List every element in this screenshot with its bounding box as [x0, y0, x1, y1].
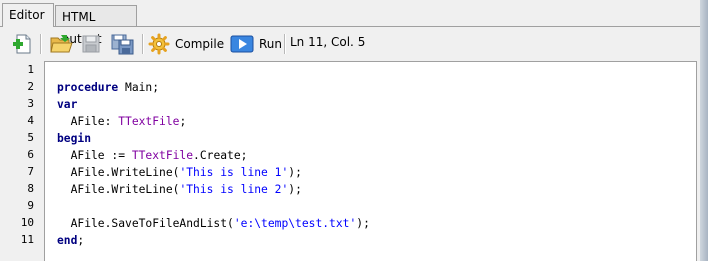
tab-divider: [0, 26, 700, 27]
string-token: 'This is line 1': [179, 166, 289, 179]
code-line: begin: [57, 130, 91, 147]
type-token: TTextFile: [131, 149, 194, 162]
save-button[interactable]: [80, 32, 102, 56]
toolbar-separator: [284, 34, 285, 54]
code-token: .Create;: [193, 149, 248, 162]
code-token: ;: [179, 115, 187, 128]
code-line: end;: [57, 232, 84, 249]
code-token: Main;: [118, 81, 160, 94]
code-line: AFile: TTextFile;: [57, 113, 187, 130]
toolbar-separator: [142, 34, 143, 54]
line-number: 9: [27, 199, 34, 212]
line-number: 2: [27, 80, 34, 93]
tab-strip: Editor HTML output: [0, 0, 708, 46]
new-file-icon: [11, 33, 33, 55]
new-button[interactable]: [11, 32, 33, 56]
compile-button[interactable]: Compile: [148, 32, 224, 56]
play-icon: [230, 34, 254, 54]
code-line: AFile.SaveToFileAndList('e:\temp\test.tx…: [57, 215, 370, 232]
code-token: );: [288, 183, 302, 196]
tab-editor[interactable]: Editor: [2, 3, 54, 27]
window-edge: [700, 0, 708, 261]
keyword-token: end: [57, 234, 78, 247]
string-token: 'e:\temp\test.txt': [233, 217, 357, 230]
code-token: );: [356, 217, 370, 230]
code-line: procedure Main;: [57, 79, 159, 96]
code-token: AFile.WriteLine(: [57, 183, 180, 196]
save-all-button[interactable]: [110, 32, 136, 56]
keyword-token: begin: [57, 132, 92, 145]
line-number: 5: [27, 131, 34, 144]
line-number-gutter: 1 2 3 4 5 6 7 8 9 10 11: [10, 61, 44, 261]
code-token: AFile.SaveToFileAndList(: [57, 217, 234, 230]
line-number: 6: [27, 148, 34, 161]
save-all-icon: [110, 33, 136, 55]
keyword-token: var: [57, 98, 78, 111]
run-button[interactable]: Run: [230, 32, 282, 56]
gear-icon: [148, 33, 170, 55]
line-number: 1: [27, 63, 34, 76]
line-number: 8: [27, 182, 34, 195]
open-button[interactable]: [49, 32, 73, 56]
string-token: 'This is line 2': [179, 183, 289, 196]
code-line: var: [57, 96, 77, 113]
code-token: AFile:: [57, 115, 119, 128]
run-label: Run: [259, 37, 283, 51]
toolbar: Compile Run Ln 11, Col. 5: [0, 28, 700, 60]
code-line: AFile.WriteLine('This is line 1');: [57, 164, 302, 181]
line-number: 3: [27, 97, 34, 110]
compile-label: Compile: [175, 37, 225, 51]
line-number: 10: [20, 216, 34, 229]
save-icon: [80, 33, 102, 55]
code-editor[interactable]: procedure Main; var AFile: TTextFile; begi…: [44, 61, 697, 261]
open-folder-icon: [49, 33, 73, 55]
code-line: AFile.WriteLine('This is line 2');: [57, 181, 302, 198]
tab-html-output[interactable]: HTML output: [55, 5, 137, 46]
toolbar-separator: [40, 34, 41, 54]
keyword-token: procedure: [57, 81, 119, 94]
line-number: 11: [20, 233, 34, 246]
code-token: );: [288, 166, 302, 179]
line-number: 7: [27, 165, 34, 178]
code-line: AFile := TTextFile.Create;: [57, 147, 248, 164]
type-token: TTextFile: [118, 115, 180, 128]
line-number: 4: [27, 114, 34, 127]
cursor-position-status: Ln 11, Col. 5: [290, 35, 366, 49]
code-token: AFile.WriteLine(: [57, 166, 180, 179]
code-token: AFile :=: [57, 149, 132, 162]
code-token: ;: [77, 234, 85, 247]
